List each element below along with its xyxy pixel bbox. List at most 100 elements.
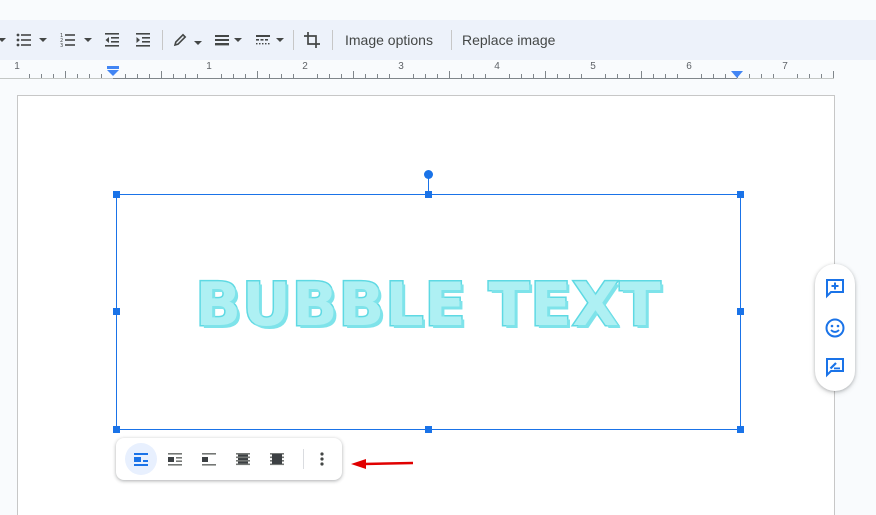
ruler-tick	[77, 74, 78, 78]
ruler-tick	[569, 74, 570, 78]
resize-handle-right[interactable]	[737, 308, 744, 315]
ruler-tick	[821, 74, 822, 78]
border-color-button[interactable]	[170, 28, 190, 52]
add-comment-button[interactable]	[823, 276, 847, 300]
resize-handle-left[interactable]	[113, 308, 120, 315]
in-front-of-text-icon	[270, 453, 284, 466]
ruler-tick	[125, 74, 126, 78]
ruler-tick	[605, 74, 606, 78]
ruler-tick	[533, 74, 534, 78]
image-options-button[interactable]: Image options	[345, 30, 433, 50]
bulleted-list-icon	[16, 33, 31, 47]
add-emoji-reaction-button[interactable]	[823, 316, 847, 340]
ruler-tick	[329, 74, 330, 78]
ruler[interactable]: 1 1 2 3 4 5 6 7	[0, 60, 876, 80]
ruler-tick	[365, 74, 366, 78]
ruler-tick	[317, 74, 318, 78]
toolbar: 123 Image options Replace image	[0, 20, 876, 60]
ruler-tick	[461, 74, 462, 78]
ruler-tick	[449, 71, 450, 78]
ruler-tick	[749, 74, 750, 78]
inline-button[interactable]	[125, 443, 157, 475]
ruler-tick	[557, 74, 558, 78]
previous-dropdown-caret[interactable]	[0, 28, 6, 52]
ruler-tick	[713, 74, 714, 78]
ruler-tick	[761, 74, 762, 78]
more-vert-icon	[320, 452, 324, 466]
ruler-tick	[509, 74, 510, 78]
resize-handle-top[interactable]	[425, 191, 432, 198]
border-dash-button[interactable]	[253, 28, 273, 52]
suggest-edits-button[interactable]	[823, 355, 847, 379]
ruler-tick	[629, 74, 630, 78]
ruler-tick	[653, 74, 654, 78]
ruler-tick	[425, 74, 426, 78]
wrap-toolbar-divider	[303, 449, 304, 469]
break-text-button[interactable]	[193, 443, 225, 475]
border-weight-button[interactable]	[212, 28, 232, 52]
increase-indent-button[interactable]	[131, 28, 155, 52]
numbered-list-button[interactable]: 123	[56, 28, 80, 52]
border-dash-dropdown[interactable]	[275, 28, 285, 52]
replace-image-button[interactable]: Replace image	[462, 30, 555, 50]
ruler-label: 6	[686, 61, 692, 72]
image-selection-box[interactable]	[116, 194, 741, 430]
crop-image-button[interactable]	[301, 28, 323, 52]
resize-handle-bottom[interactable]	[425, 426, 432, 433]
ruler-tick	[173, 74, 174, 78]
behind-text-icon	[236, 453, 250, 466]
ruler-tick	[809, 74, 810, 78]
image-wrap-toolbar	[116, 438, 342, 480]
ruler-tick	[41, 74, 42, 78]
wrap-text-button[interactable]	[159, 443, 191, 475]
border-weight-icon	[215, 35, 229, 46]
border-weight-dropdown[interactable]	[233, 28, 243, 52]
more-options-button[interactable]	[306, 443, 338, 475]
increase-indent-icon	[136, 33, 150, 47]
decrease-indent-button[interactable]	[100, 28, 124, 52]
resize-handle-bottom-left[interactable]	[113, 426, 120, 433]
decrease-indent-icon	[105, 33, 119, 47]
bulleted-list-button[interactable]	[12, 28, 36, 52]
ruler-tick	[185, 74, 186, 78]
ruler-tick	[677, 74, 678, 78]
ruler-tick	[233, 74, 234, 78]
right-indent-marker[interactable]	[731, 71, 743, 78]
resize-handle-top-right[interactable]	[737, 191, 744, 198]
ruler-label: 4	[494, 61, 500, 72]
ruler-tick	[377, 74, 378, 78]
suggest-edit-icon	[826, 358, 844, 378]
bulleted-list-dropdown[interactable]	[38, 28, 48, 52]
resize-handle-bottom-right[interactable]	[737, 426, 744, 433]
ruler-label: 7	[782, 61, 788, 72]
toolbar-divider	[451, 30, 452, 50]
behind-text-button[interactable]	[227, 443, 259, 475]
toolbar-divider	[293, 30, 294, 50]
in-front-of-text-button[interactable]	[261, 443, 293, 475]
ruler-label: 5	[590, 61, 596, 72]
ruler-tick	[29, 74, 30, 78]
ruler-tick	[257, 71, 258, 78]
ruler-tick	[149, 74, 150, 78]
ruler-tick	[701, 74, 702, 78]
rotation-handle[interactable]	[424, 170, 433, 179]
side-actions-panel	[815, 264, 855, 391]
svg-text:3: 3	[60, 43, 63, 49]
left-indent-marker[interactable]	[107, 66, 119, 76]
ruler-tick	[545, 71, 546, 78]
red-arrow-annotation	[351, 459, 414, 469]
ruler-tick	[281, 74, 282, 78]
ruler-tick	[485, 74, 486, 78]
resize-handle-top-left[interactable]	[113, 191, 120, 198]
border-color-dropdown[interactable]	[193, 31, 203, 55]
add-comment-icon	[826, 279, 844, 299]
ruler-tick	[53, 74, 54, 78]
ruler-label: 1	[14, 61, 20, 72]
ruler-tick	[269, 74, 270, 78]
ruler-tick	[101, 74, 102, 78]
ruler-tick	[221, 74, 222, 78]
ruler-tick	[473, 74, 474, 78]
ruler-tick	[341, 74, 342, 78]
numbered-list-dropdown[interactable]	[83, 28, 93, 52]
ruler-tick	[725, 74, 726, 78]
